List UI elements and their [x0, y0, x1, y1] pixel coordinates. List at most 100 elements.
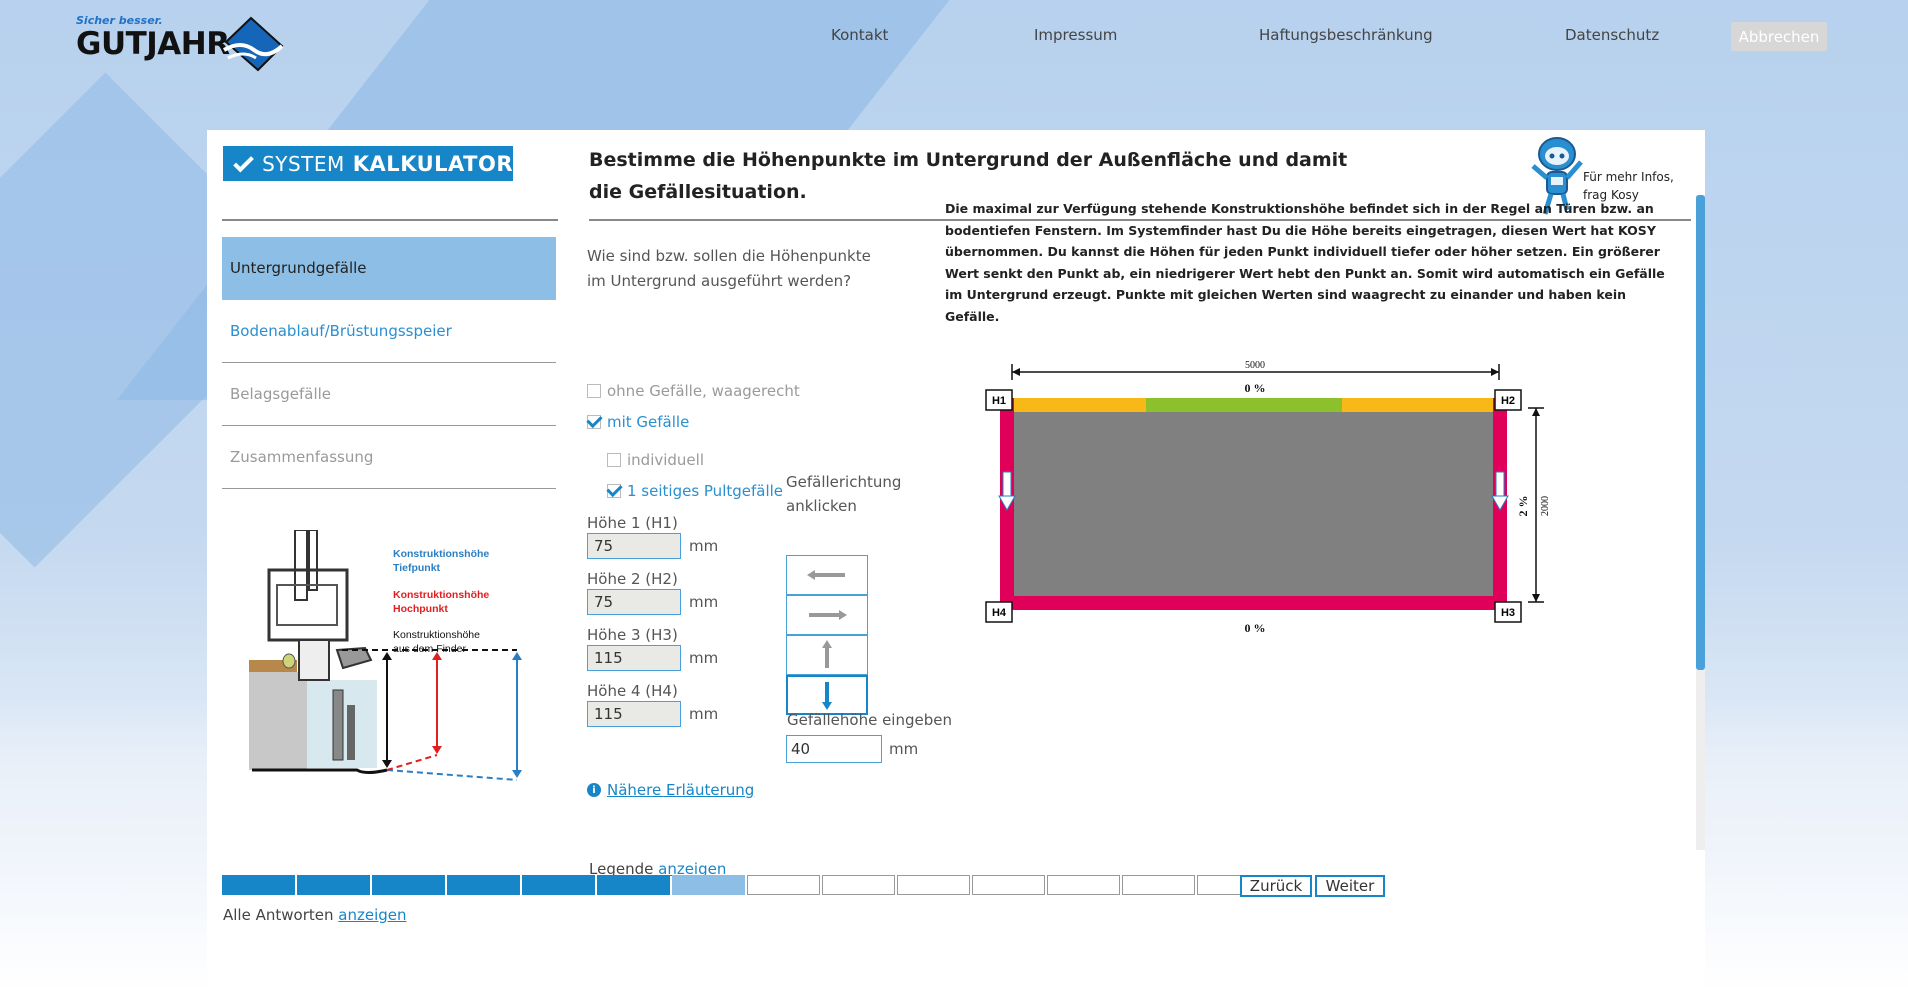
nav-datenschutz[interactable]: Datenschutz [1565, 26, 1659, 44]
nav-impressum[interactable]: Impressum [1034, 26, 1117, 44]
direction-label: Gefällerichtung anklicken [786, 470, 901, 518]
illus-concrete [249, 672, 307, 770]
progress-segment [1047, 875, 1120, 895]
abort-button[interactable]: Abbrechen [1731, 22, 1827, 51]
slope-height-unit: mm [889, 740, 919, 758]
mono-slope-checkbox[interactable] [607, 484, 621, 498]
illus-label-high-2: Hochpunkt [393, 603, 448, 615]
arrow-right-icon [809, 610, 847, 620]
construction-height-illustration: Konstruktionshöhe Tiefpunkt Konstruktion… [249, 530, 522, 781]
nav-haftungsbeschraenkung[interactable]: Haftungsbeschränkung [1259, 26, 1433, 44]
height4-unit: mm [689, 705, 719, 723]
next-button[interactable]: Weiter [1315, 875, 1385, 897]
option-mono-slope[interactable]: 1 seitiges Pultgefälle [607, 482, 783, 500]
direction-label-line1: Gefällerichtung [786, 473, 902, 491]
progress-segment [1122, 875, 1195, 895]
arrow-left-icon [807, 570, 845, 580]
back-button[interactable]: Zurück [1240, 875, 1312, 897]
sidebar-item-bodenablauf[interactable]: Bodenablauf/Brüstungsspeier [222, 300, 556, 363]
direction-right-button[interactable] [786, 595, 868, 635]
sidebar-item-untergrundgefaelle[interactable]: Untergrundgefälle [222, 237, 556, 300]
illus-label-low: Konstruktionshöhe [393, 548, 489, 560]
right-slope-label: 2 % [1516, 496, 1530, 517]
option-individual[interactable]: individuell [607, 451, 704, 469]
option-mono-label: 1 seitiges Pultgefälle [627, 482, 784, 500]
progress-segment [522, 875, 595, 895]
arrow-down-icon [822, 682, 832, 710]
height2-input[interactable]: 75 [587, 589, 681, 615]
height2-unit: mm [689, 593, 719, 611]
height1-unit: mm [689, 537, 719, 555]
option-individual-label: individuell [627, 451, 704, 469]
slope-checkbox[interactable] [587, 415, 601, 429]
system-kalkulator-brand: SYSTEM KALKULATOR [223, 146, 513, 181]
progress-segment [822, 875, 895, 895]
more-info-text[interactable]: Nähere Erläuterung [607, 781, 754, 799]
left-slope-label: 2 % [982, 496, 983, 517]
option-slope[interactable]: mit Gefälle [587, 413, 689, 431]
more-info-link[interactable]: i Nähere Erläuterung [587, 781, 754, 799]
illus-label-high: Konstruktionshöhe [393, 589, 489, 601]
progress-segment [222, 875, 295, 895]
answers-show-link[interactable]: anzeigen [338, 906, 406, 924]
height1-input[interactable]: 75 [587, 533, 681, 559]
progress-bar [222, 875, 1272, 895]
info-icon: i [587, 783, 601, 797]
area-fill [1000, 398, 1507, 610]
top-edge-left [1000, 398, 1146, 412]
corner-h1-label: H1 [992, 395, 1006, 407]
top-edge-mid [1146, 398, 1342, 412]
progress-segment [297, 875, 370, 895]
direction-up-button[interactable] [786, 635, 868, 675]
height-label: 2000 [1540, 496, 1551, 516]
illus-label-finder: Konstruktionshöhe [393, 629, 480, 641]
corner-h4-label: H4 [992, 607, 1007, 619]
option-flat-label: ohne Gefälle, waagerecht [607, 382, 800, 400]
bottom-slope-label: 0 % [1245, 621, 1266, 635]
answers-prefix: Alle Antworten [223, 906, 334, 924]
slope-height-input[interactable]: 40 [786, 735, 882, 763]
corner-h2-label: H2 [1501, 395, 1515, 407]
brand-part2: KALKULATOR [352, 151, 513, 176]
progress-segment [597, 875, 670, 895]
nav-kontakt[interactable]: Kontakt [831, 26, 888, 44]
kosy-hint-line1: Für mehr Infos, [1583, 170, 1674, 184]
scrollbar-thumb[interactable] [1696, 195, 1705, 670]
height3-label: Höhe 3 (H3) [587, 626, 678, 644]
slope-height-label: Gefällehöhe eingeben [787, 711, 952, 729]
description-text: Die maximal zur Verfügung stehende Konst… [945, 201, 1665, 324]
height4-label: Höhe 4 (H4) [587, 682, 678, 700]
direction-down-button[interactable] [786, 675, 868, 715]
height3-input[interactable]: 115 [587, 645, 681, 671]
logo-diamond-icon [222, 16, 284, 72]
progress-segment [747, 875, 820, 895]
illus-label-low-2: Tiefpunkt [393, 562, 441, 574]
sidebar-item-zusammenfassung: Zusammenfassung [222, 426, 556, 489]
left-divider [222, 219, 558, 221]
height1-label: Höhe 1 (H1) [587, 514, 678, 532]
slope-diagram: 5000 0 % H1 H2 H3 H4 0 % 2 % 2 % [982, 360, 1551, 635]
progress-segment [372, 875, 445, 895]
brand-part1: SYSTEM [262, 151, 345, 176]
step-navigation: Untergrundgefälle Bodenablauf/Brüstungss… [222, 237, 556, 489]
height2-label: Höhe 2 (H2) [587, 570, 678, 588]
corner-h3-label: H3 [1501, 607, 1515, 619]
direction-left-button[interactable] [786, 555, 868, 595]
progress-segment [672, 875, 745, 895]
question-text: Wie sind bzw. sollen die Höhenpunkte im … [587, 247, 871, 290]
option-flat[interactable]: ohne Gefälle, waagerecht [587, 382, 800, 400]
sidebar-item-belagsgefaelle: Belagsgefälle [222, 363, 556, 426]
flat-checkbox[interactable] [587, 384, 601, 398]
gutjahr-logo[interactable]: Sicher besser. GUTJAHR [76, 14, 286, 74]
option-slope-label: mit Gefälle [607, 413, 690, 431]
individual-checkbox[interactable] [607, 453, 621, 467]
checkmark-icon [233, 155, 254, 173]
height4-input[interactable]: 115 [587, 701, 681, 727]
content-scrollbar[interactable] [1696, 195, 1705, 850]
top-slope-label: 0 % [1245, 381, 1266, 395]
width-label: 5000 [1245, 360, 1265, 371]
arrow-up-icon [822, 640, 832, 668]
logo-word: GUTJAHR [76, 26, 230, 62]
all-answers: Alle Antworten anzeigen [223, 906, 407, 924]
height3-unit: mm [689, 649, 719, 667]
